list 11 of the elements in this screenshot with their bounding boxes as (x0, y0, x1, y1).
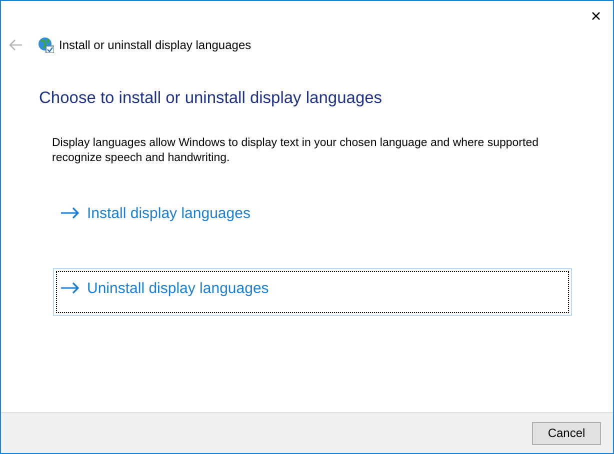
description-text: Display languages allow Windows to display text in your chosen language and where supported recognize speech and handwriting. (52, 136, 540, 166)
window-title: Install or uninstall display languages (59, 37, 252, 54)
back-arrow-icon[interactable] (9, 39, 23, 51)
page-heading: Choose to install or uninstall display languages (39, 88, 384, 108)
arrow-icon (61, 207, 80, 219)
arrow-icon (61, 282, 80, 294)
command-link[interactable]: Install display languages (56, 196, 569, 238)
cancel-button[interactable]: Cancel (532, 422, 601, 444)
close-button[interactable]: × (579, 1, 613, 30)
globe-icon (38, 37, 54, 53)
command-link[interactable]: Uninstall display languages (56, 271, 569, 313)
